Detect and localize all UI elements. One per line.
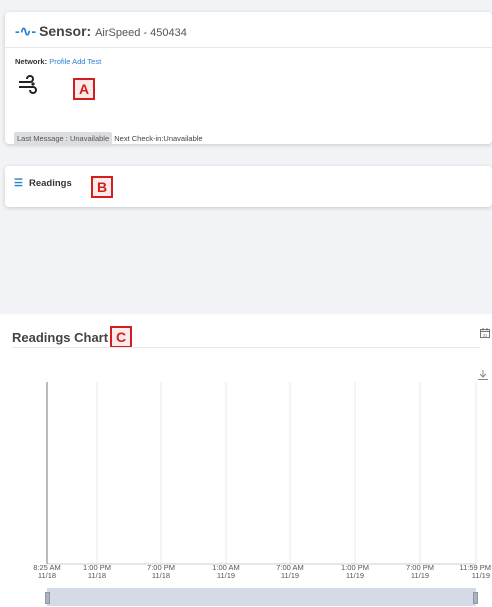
- x-tick-date: 11/19: [346, 571, 364, 580]
- readings-header[interactable]: ☰ Readings: [14, 178, 72, 189]
- navigator-handle-right[interactable]: [473, 592, 478, 604]
- x-tick-date: 11/18: [88, 571, 106, 580]
- callout-a: A: [73, 78, 95, 100]
- readings-chart: 8:25 AM11/181:00 PM11/187:00 PM11/181:00…: [33, 382, 491, 580]
- wind-icon: [19, 75, 37, 94]
- divider: [5, 47, 492, 48]
- x-tick-date: 11/19: [281, 571, 299, 580]
- readings-chart-panel: Readings Chart C 31 8:25 AM 11/18 1:00 PM 1…: [0, 314, 492, 607]
- x-tick-date: 11/19: [472, 571, 490, 580]
- navigator-handle-left[interactable]: [45, 592, 50, 604]
- sensor-title: -∿- Sensor: AirSpeed - 450434: [15, 23, 187, 40]
- last-message-badge: Last Message : Unavailable: [14, 132, 113, 145]
- network-row: Network: Profile Add Test: [15, 57, 101, 66]
- readings-card[interactable]: ☰ Readings B: [5, 166, 492, 207]
- x-tick-date: 11/18: [38, 571, 56, 580]
- network-label: Network:: [15, 57, 48, 66]
- x-tick-date: 11/19: [411, 571, 429, 580]
- next-checkin-text: Next Check-in:Unavailable: [114, 134, 203, 143]
- status-row: Last Message : Unavailable Next Check-in…: [14, 132, 203, 145]
- sensor-title-label: Sensor:: [39, 23, 92, 39]
- sensor-card: -∿- Sensor: AirSpeed - 450434 Network: Pr…: [5, 12, 492, 145]
- x-tick-date: 11/18: [152, 571, 170, 580]
- pulse-icon: -∿-: [15, 23, 37, 39]
- sensor-name: AirSpeed - 450434: [95, 27, 187, 39]
- x-tick-date: 11/19: [217, 571, 235, 580]
- list-icon: ☰: [14, 178, 23, 189]
- readings-title: Readings: [28, 178, 72, 189]
- navigator-bar[interactable]: [47, 588, 476, 606]
- network-link[interactable]: Profile Add Test: [49, 57, 101, 66]
- callout-b: B: [91, 176, 113, 198]
